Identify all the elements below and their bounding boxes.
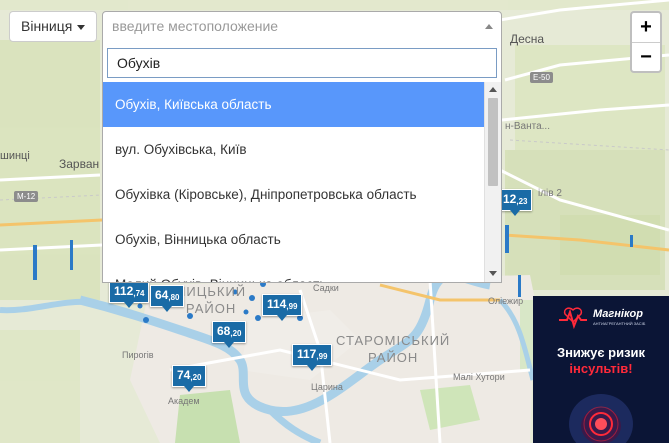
map-marker[interactable]: 112,74 <box>109 281 150 308</box>
marker-value: 74 <box>177 368 191 382</box>
location-search-input[interactable] <box>107 48 497 78</box>
brain-graphic-icon <box>569 394 633 443</box>
marker-value: 68 <box>217 324 231 338</box>
marker-value: 114 <box>267 297 287 311</box>
scroll-down-arrow-icon[interactable] <box>489 271 497 276</box>
marker-decimal: ,99 <box>286 302 298 311</box>
map-marker[interactable]: 74,20 <box>172 365 207 392</box>
location-dropdown: Обухів, Київська область вул. Обухівська… <box>102 41 502 283</box>
map-marker[interactable]: 64,80 <box>150 285 185 312</box>
city-select-button[interactable]: Вінниця <box>9 11 97 42</box>
ad-headline-accent: інсультів! <box>569 361 633 376</box>
marker-decimal: ,23 <box>516 197 528 206</box>
scrollbar-thumb[interactable] <box>488 98 498 186</box>
ad-brand-name: Магнікор <box>593 308 643 320</box>
district-label-left: НИЦЬКИЙ РАЙОН <box>176 283 246 317</box>
location-select[interactable]: введите местоположение <box>102 11 502 42</box>
location-option[interactable]: вул. Обухівська, Київ <box>103 127 486 172</box>
map-marker[interactable]: 12,23 <box>498 189 533 216</box>
scroll-up-arrow-icon[interactable] <box>489 87 497 92</box>
map-label-lishi: ілів 2 <box>538 188 562 199</box>
map-label-tsaryna: Царина <box>311 382 343 392</box>
map-label-shyntsi: шинці <box>0 150 30 162</box>
map-label-vantazhna: н-Ванта... <box>505 121 550 132</box>
map-label-zarvan: Зарван <box>59 157 100 171</box>
caret-up-icon <box>485 24 493 29</box>
district-right-line2: РАЙОН <box>367 350 419 365</box>
zoom-in-button[interactable]: + <box>632 13 660 43</box>
road-badge-e50: E-50 <box>530 72 553 83</box>
results-scrollbar[interactable] <box>484 82 501 282</box>
map-label-sadky: Садки <box>313 283 339 293</box>
marker-decimal: ,80 <box>168 293 180 302</box>
district-left-line2: РАЙОН <box>185 301 237 316</box>
marker-value: 117 <box>297 347 317 361</box>
marker-decimal: ,20 <box>230 329 242 338</box>
district-label-right: СТАРОМІСЬКИЙ РАЙОН <box>336 332 450 366</box>
marker-decimal: ,99 <box>316 352 328 361</box>
district-left-line1: НИЦЬКИЙ <box>176 284 247 299</box>
map-label-oliezhyr: Оліежир <box>488 296 524 306</box>
ad-headline: Знижує ризик <box>556 345 646 360</box>
marker-decimal: ,20 <box>190 373 202 382</box>
marker-value: 112 <box>114 284 134 298</box>
ad-tagline: АНТИАГРЕГАНТНИЙ ЗАСІБ <box>593 321 646 326</box>
district-right-line1: СТАРОМІСЬКИЙ <box>336 333 451 348</box>
map-label-maly-khutir: Малі Хутори <box>453 372 505 382</box>
map-marker[interactable]: 114,99 <box>262 294 303 321</box>
zoom-out-button[interactable]: − <box>632 43 660 72</box>
location-select-placeholder: введите местоположение <box>112 18 279 34</box>
city-select-label: Вінниця <box>21 18 73 34</box>
zoom-control: + − <box>630 11 662 73</box>
marker-decimal: ,74 <box>133 289 145 298</box>
map-label-desna: Десна <box>510 32 545 46</box>
map-label-akadem: Академ <box>168 396 200 406</box>
marker-value: 64 <box>155 288 169 302</box>
advertisement-banner[interactable]: Магнікор АНТИАГРЕГАНТНИЙ ЗАСІБ Знижує ри… <box>533 296 669 443</box>
location-option[interactable]: Обухів, Вінницька область <box>103 217 486 262</box>
caret-down-icon <box>77 24 86 30</box>
map-marker[interactable]: 117,99 <box>292 344 333 371</box>
map-marker[interactable]: 68,20 <box>212 321 247 348</box>
road-badge-m12: M-12 <box>14 191 39 202</box>
location-option[interactable]: Обухівка (Кіровське), Дніпропетровська о… <box>103 172 486 217</box>
location-option[interactable]: Малий Обухів, Вінницька область <box>103 262 486 282</box>
location-option[interactable]: Обухів, Київська область <box>103 82 486 127</box>
location-results-list: Обухів, Київська область вул. Обухівська… <box>103 82 486 282</box>
marker-value: 12 <box>503 192 517 206</box>
map-label-pyrohiv: Пирогів <box>122 350 154 360</box>
